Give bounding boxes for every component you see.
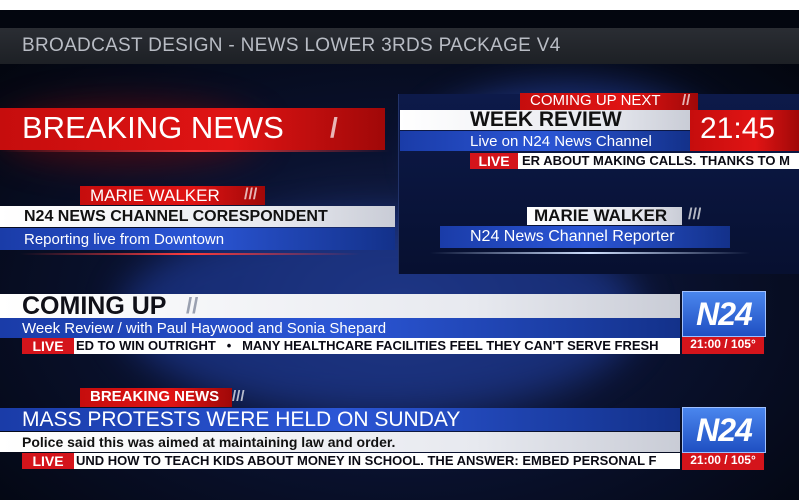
channel-logo: N24 <box>682 407 766 453</box>
window-title: BROADCAST DESIGN - NEWS LOWER 3RDS PACKA… <box>22 35 561 56</box>
coming-next-label: COMING UP NEXT <box>530 92 661 109</box>
news-ticker: ER ABOUT MAKING CALLS. THANKS TO M <box>518 153 799 169</box>
red-streak <box>0 150 390 152</box>
clock-temp: 21:00 / 105° <box>682 337 764 354</box>
coming-up-slash: // <box>186 293 199 318</box>
coming-next-clock: 21:45 <box>700 112 776 145</box>
breaking-news-title: BREAKING NEWS <box>22 110 284 145</box>
reporter-role-2: N24 News Channel Reporter <box>470 228 675 245</box>
clock-temp: 21:00 / 105° <box>682 453 764 470</box>
live-badge: LIVE <box>470 153 518 169</box>
coming-next-subtitle: Live on N24 News Channel <box>470 133 652 150</box>
reporter-role: N24 NEWS CHANNEL CORESPONDENT <box>24 208 328 225</box>
channel-logo: N24 <box>682 291 766 337</box>
live-badge: LIVE <box>22 338 74 354</box>
headline: MASS PROTESTS WERE HELD ON SUNDAY <box>22 408 461 431</box>
top-margin <box>0 0 799 10</box>
name-tag-slash-2: /// <box>688 206 702 223</box>
live-badge: LIVE <box>22 453 74 469</box>
breaking-label: BREAKING NEWS <box>90 388 220 405</box>
ticker-text: UND HOW TO TEACH KIDS ABOUT MONEY IN SCH… <box>76 453 657 468</box>
coming-up-title: COMING UP <box>22 292 167 320</box>
breaking-news-slash: / <box>330 112 338 143</box>
news-ticker: UND HOW TO TEACH KIDS ABOUT MONEY IN SCH… <box>74 453 680 469</box>
breaking-label-slash: /// <box>232 388 245 405</box>
ticker-text: ED TO WIN OUTRIGHT • MANY HEALTHCARE FAC… <box>76 338 659 353</box>
title-bar: BROADCAST DESIGN - NEWS LOWER 3RDS PACKA… <box>0 28 799 64</box>
reporter-name-2: MARIE WALKER <box>534 206 668 225</box>
coming-next-slash: // <box>682 92 691 109</box>
red-streak <box>20 253 360 255</box>
reporter-desc: Reporting live from Downtown <box>24 231 225 248</box>
ticker-text: ER ABOUT MAKING CALLS. THANKS TO M <box>522 153 790 168</box>
coming-up-subtitle: Week Review / with Paul Haywood and Soni… <box>22 320 387 337</box>
white-streak <box>430 252 750 254</box>
coming-next-title: WEEK REVIEW <box>470 108 622 131</box>
headline-subtitle: Police said this was aimed at maintainin… <box>22 434 396 450</box>
news-ticker: ED TO WIN OUTRIGHT • MANY HEALTHCARE FAC… <box>74 338 680 354</box>
reporter-name: MARIE WALKER <box>90 186 220 205</box>
preview-canvas: BREAKING NEWS / COMING UP NEXT // WEEK R… <box>0 64 799 500</box>
name-tag-slash: /// <box>244 186 258 203</box>
